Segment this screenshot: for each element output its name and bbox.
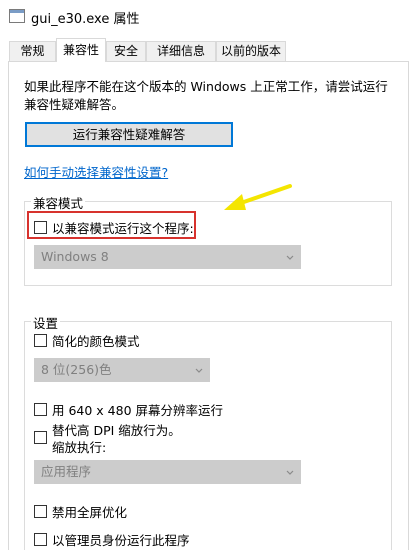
app-window-icon <box>9 9 25 23</box>
tab-previous-versions[interactable]: 以前的版本 <box>216 41 286 61</box>
compat-description: 如果此程序不能在这个版本的 Windows 上正常工作，请尝试运行兼容性疑难解答… <box>24 79 388 112</box>
dpi-scaling-select-value: 应用程序 <box>41 464 92 479</box>
os-version-select-value: Windows 8 <box>41 249 109 264</box>
run-as-admin-row[interactable]: 以管理员身份运行此程序 <box>34 530 190 549</box>
dpi-label-line1: 替代高 DPI 缩放行为。 <box>52 423 181 438</box>
chevron-down-icon <box>286 255 294 260</box>
annotation-arrow-icon <box>224 184 292 210</box>
fullscreen-opt-checkbox[interactable] <box>34 505 47 518</box>
compat-mode-checkbox-label: 以兼容模式运行这个程序: <box>52 221 194 236</box>
color-depth-select[interactable]: 8 位(256)色 <box>34 358 210 382</box>
fullscreen-opt-row[interactable]: 禁用全屏优化 <box>34 502 127 521</box>
chevron-down-icon <box>286 470 294 475</box>
reduced-color-checkbox[interactable] <box>34 334 47 347</box>
tab-security[interactable]: 安全 <box>106 41 146 61</box>
tab-strip: 常规 兼容性 安全 详细信息 以前的版本 <box>0 38 417 62</box>
window-title: gui_e30.exe 属性 <box>31 12 140 27</box>
tab-general[interactable]: 常规 <box>9 41 56 61</box>
reduced-color-row[interactable]: 简化的颜色模式 <box>34 331 140 350</box>
dpi-checkbox[interactable] <box>34 431 47 444</box>
run-troubleshooter-button[interactable]: 运行兼容性疑难解答 <box>25 122 233 147</box>
title-bar: gui_e30.exe 属性 <box>0 0 417 34</box>
settings-group-label: 设置 <box>31 313 61 332</box>
res-640-row[interactable]: 用 640 x 480 屏幕分辨率运行 <box>34 400 223 419</box>
run-as-admin-label: 以管理员身份运行此程序 <box>52 533 190 548</box>
dpi-label-line2: 缩放执行: <box>52 440 107 455</box>
res-640-checkbox[interactable] <box>34 403 47 416</box>
res-640-label: 用 640 x 480 屏幕分辨率运行 <box>52 403 224 418</box>
compat-mode-checkbox[interactable] <box>34 221 47 234</box>
compat-mode-checkbox-row[interactable]: 以兼容模式运行这个程序: <box>34 218 194 237</box>
os-version-select[interactable]: Windows 8 <box>34 245 301 269</box>
tab-details[interactable]: 详细信息 <box>146 41 216 61</box>
dpi-scaling-select[interactable]: 应用程序 <box>34 460 301 484</box>
chevron-down-icon <box>195 368 203 373</box>
dpi-row[interactable] <box>34 431 52 444</box>
tab-compatibility[interactable]: 兼容性 <box>56 38 106 62</box>
run-as-admin-checkbox[interactable] <box>34 533 47 546</box>
color-depth-select-value: 8 位(256)色 <box>41 362 112 377</box>
manual-settings-link[interactable]: 如何手动选择兼容性设置? <box>24 162 168 181</box>
reduced-color-label: 简化的颜色模式 <box>52 334 140 349</box>
compat-mode-group-label: 兼容模式 <box>31 193 86 212</box>
fullscreen-opt-label: 禁用全屏优化 <box>52 505 128 520</box>
